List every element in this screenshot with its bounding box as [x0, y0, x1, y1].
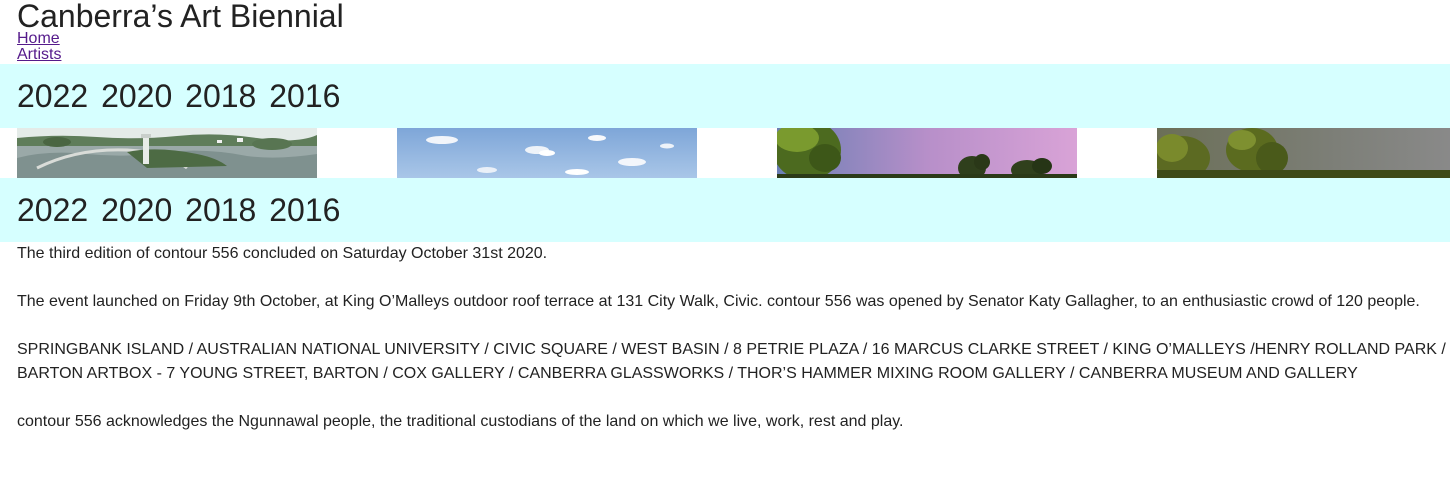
nav-item-home: Home: [17, 31, 61, 47]
year-link-2022[interactable]: 2022: [17, 192, 88, 228]
year-link-2018[interactable]: 2018: [185, 192, 256, 228]
year-link-2020[interactable]: 2020: [101, 192, 172, 228]
site-title: Canberra’s Art Biennial: [17, 0, 344, 34]
year-list: 2022 2020 2018 2016: [17, 77, 344, 115]
springbank-island-lake-image[interactable]: [17, 128, 317, 178]
year-list: 2022 2020 2018 2016: [17, 191, 344, 229]
blue-sky-clouds-image[interactable]: [397, 128, 697, 178]
page: Canberra’s Art Biennial Home Artists 202…: [0, 0, 1450, 499]
venues-paragraph: SPRINGBANK ISLAND / AUSTRALIAN NATIONAL …: [17, 341, 1446, 382]
year-selector-bottom: 2022 2020 2018 2016: [0, 178, 1450, 242]
launch-paragraph: The event launched on Friday 9th October…: [17, 293, 1420, 310]
main-content: The third edition of contour 556 conclud…: [17, 242, 1447, 434]
year-link-2018[interactable]: 2018: [185, 78, 256, 114]
year-link-2016[interactable]: 2016: [269, 78, 340, 114]
acknowledgement-paragraph: contour 556 acknowledges the Ngunnawal p…: [17, 413, 904, 430]
year-selector-top: 2022 2020 2018 2016: [0, 64, 1450, 128]
nav-link-home[interactable]: Home: [17, 30, 60, 47]
nav-link-artists[interactable]: Artists: [17, 46, 61, 63]
edition-summary-paragraph: The third edition of contour 556 conclud…: [17, 245, 548, 262]
nav-item-artists: Artists: [17, 47, 61, 63]
pink-sunset-trees-image[interactable]: [777, 128, 1077, 178]
main-nav: Home Artists: [17, 31, 61, 63]
stormy-sky-trees-image[interactable]: [1157, 128, 1450, 178]
image-strip: [0, 128, 1450, 178]
year-link-2016[interactable]: 2016: [269, 192, 340, 228]
year-link-2020[interactable]: 2020: [101, 78, 172, 114]
year-link-2022[interactable]: 2022: [17, 78, 88, 114]
